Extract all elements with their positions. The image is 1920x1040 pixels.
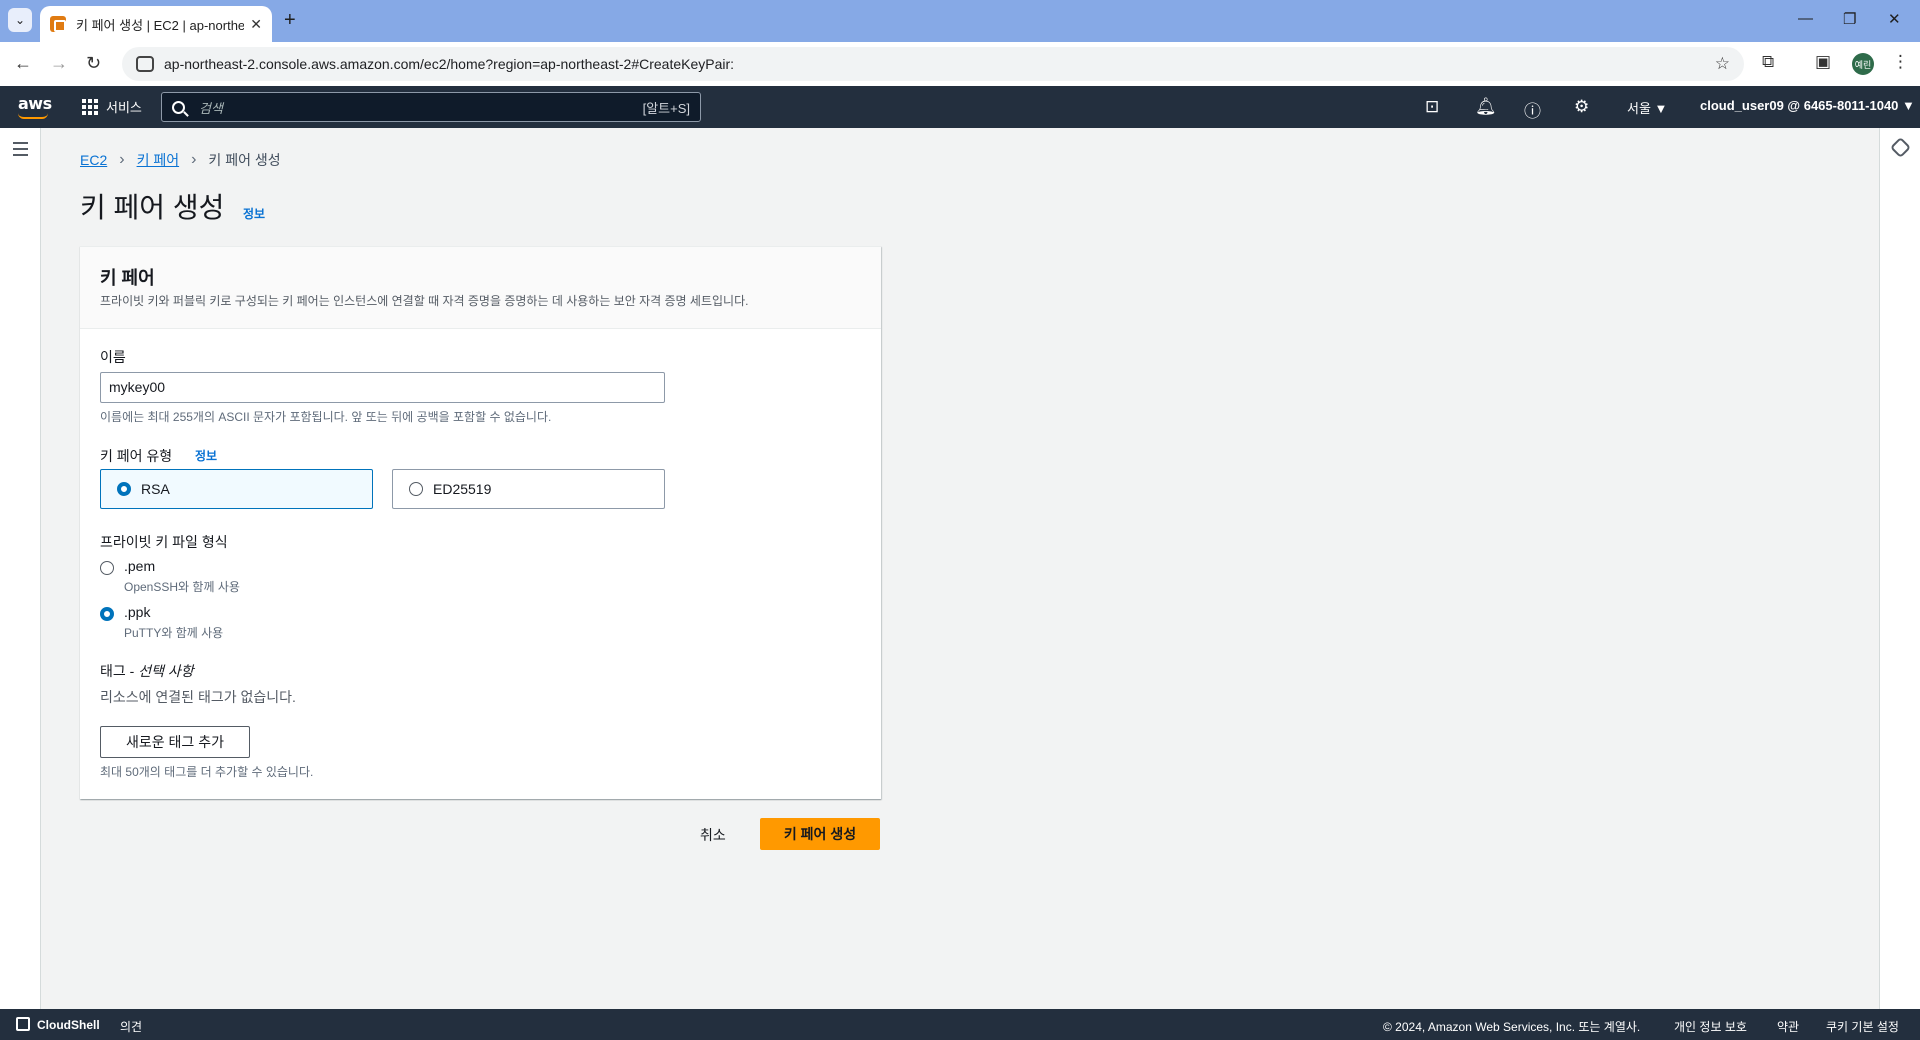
panel-description: 프라이빗 키와 퍼블릭 키로 구성되는 키 페어는 인스턴스에 연결할 때 자격… [100,294,749,308]
aws-logo[interactable]: aws [18,94,52,113]
pem-desc: OpenSSH와 함께 사용 [124,580,240,594]
chevron-right-icon: › [191,151,197,168]
aws-logo-smile [18,113,48,119]
tags-label: 태그 - 선택 사항 [100,661,194,681]
notifications-bell-icon[interactable]: 🔔︎ [1475,97,1497,117]
ppk-desc: PuTTY와 함께 사용 [124,626,224,640]
back-icon[interactable]: ← [14,53,32,74]
window-close-icon[interactable]: ✕ [1888,10,1901,28]
create-key-pair-button[interactable]: 키 페어 생성 [760,818,880,850]
minimize-icon[interactable]: — [1798,10,1813,27]
tab-search-button[interactable]: ⌄ [8,8,32,32]
terms-link[interactable]: 약관 [1777,1018,1799,1035]
cookie-preferences-link[interactable]: 쿠키 기본 설정 [1826,1018,1899,1035]
ppk-radio[interactable] [100,607,114,621]
help-icon[interactable]: ⓘ [1524,97,1541,122]
panel-header: 키 페어 프라이빗 키와 퍼블릭 키로 구성되는 키 페어는 인스턴스에 연결할… [80,247,881,329]
copyright-text: © 2024, Amazon Web Services, Inc. 또는 계열사… [1383,1020,1641,1034]
key-type-ed25519-tile[interactable]: ED25519 [392,469,665,509]
site-info-icon[interactable] [136,56,154,72]
forward-icon[interactable]: → [50,53,68,74]
search-input[interactable]: 검색 [알트+S] [161,92,701,122]
file-format-label: 프라이빗 키 파일 형식 [100,534,228,550]
restore-icon[interactable]: ❐ [1843,10,1856,28]
title-info-link[interactable]: 정보 [243,205,265,222]
services-label: 서비스 [106,100,142,115]
extensions-icon[interactable]: ⧉ [1762,52,1774,72]
browser-toolbar: ← → ↻ ap-northeast-2.console.aws.amazon.… [0,42,1920,86]
new-tab-button[interactable]: + [284,9,296,32]
services-menu-button[interactable]: 서비스 [82,97,142,116]
search-placeholder: 검색 [199,100,223,116]
rsa-radio[interactable] [117,482,131,496]
tags-empty-text: 리소스에 연결된 태그가 없습니다. [100,689,296,705]
menu-kebab-icon[interactable]: ⋮ [1892,52,1909,72]
settings-gear-icon[interactable]: ⚙ [1574,97,1589,117]
tags-optional: 선택 사항 [138,663,194,679]
breadcrumb: EC2 › 키 페어 › 키 페어 생성 [80,150,281,170]
page-title: 키 페어 생성 [80,192,225,223]
account-menu[interactable]: cloud_user09 @ 6465-8011-1040 ▼ [1700,98,1915,113]
breadcrumb-key-pairs[interactable]: 키 페어 [137,150,180,170]
url-text[interactable]: ap-northeast-2.console.aws.amazon.com/ec… [164,56,734,72]
aws-console-header: aws 서비스 검색 [알트+S] ⊡ 🔔︎ ⓘ ⚙ 서울 ▼ cloud_us… [0,86,1920,128]
hamburger-menu-icon[interactable] [13,142,28,160]
reload-icon[interactable]: ↻ [86,53,101,74]
left-nav-strip [0,128,41,1009]
ppk-label: .ppk [124,604,151,620]
cloudshell-icon [16,1017,30,1031]
add-tag-button[interactable]: 새로운 태그 추가 [100,726,250,758]
search-icon [172,100,185,114]
name-input[interactable]: mykey00 [100,372,665,403]
pem-radio[interactable] [100,561,114,575]
format-ppk-option[interactable]: .ppk PuTTY와 함께 사용 [100,604,223,641]
search-shortcut: [알트+S] [642,100,690,116]
tab-title: 키 페어 생성 | EC2 | ap-northeast-2 [76,17,245,33]
console-footer: CloudShell 의견 © 2024, Amazon Web Service… [0,1009,1920,1040]
tab-close-icon[interactable]: ✕ [250,16,262,33]
region-selector[interactable]: 서울 ▼ [1627,98,1667,117]
breadcrumb-current: 키 페어 생성 [208,152,281,168]
ed25519-label: ED25519 [433,481,492,497]
key-type-rsa-tile[interactable]: RSA [100,469,373,509]
tools-panel-icon[interactable] [1889,136,1912,159]
name-hint: 이름에는 최대 255개의 ASCII 문자가 포함됩니다. 앞 또는 뒤에 공… [100,410,552,424]
bookmark-star-icon[interactable]: ☆ [1715,54,1730,74]
key-type-label: 키 페어 유형 [100,448,173,464]
pem-label: .pem [124,558,156,574]
key-pair-panel: 키 페어 프라이빗 키와 퍼블릭 키로 구성되는 키 페어는 인스턴스에 연결할… [80,246,881,799]
panel-title: 키 페어 [100,268,155,288]
address-bar[interactable]: ap-northeast-2.console.aws.amazon.com/ec… [122,47,1744,81]
privacy-link[interactable]: 개인 정보 보호 [1674,1018,1747,1035]
profile-avatar[interactable]: 예린 [1852,53,1874,75]
cloudshell-link[interactable]: CloudShell [37,1018,100,1032]
feedback-link[interactable]: 의견 [120,1018,142,1035]
cancel-button[interactable]: 취소 [700,825,726,845]
tags-label-text: 태그 - [100,663,139,679]
aws-favicon-icon [50,16,66,32]
grid-icon [82,98,98,115]
ed25519-radio[interactable] [409,482,423,496]
rsa-label: RSA [141,481,170,497]
format-pem-option[interactable]: .pem OpenSSH와 함께 사용 [100,558,240,595]
browser-tab-strip: ⌄ 키 페어 생성 | EC2 | ap-northeast-2 ✕ + — ❐… [0,0,1920,42]
tags-hint: 최대 50개의 태그를 더 추가할 수 있습니다. [100,765,314,779]
side-panel-icon[interactable]: ▣ [1815,52,1831,72]
browser-tab[interactable]: 키 페어 생성 | EC2 | ap-northeast-2 ✕ [40,6,272,42]
name-label: 이름 [100,349,126,365]
chevron-right-icon: › [119,151,125,168]
key-type-info-link[interactable]: 정보 [195,447,217,464]
breadcrumb-ec2[interactable]: EC2 [80,152,107,168]
right-tools-strip [1879,128,1920,1009]
cloudshell-icon[interactable]: ⊡ [1425,97,1439,117]
